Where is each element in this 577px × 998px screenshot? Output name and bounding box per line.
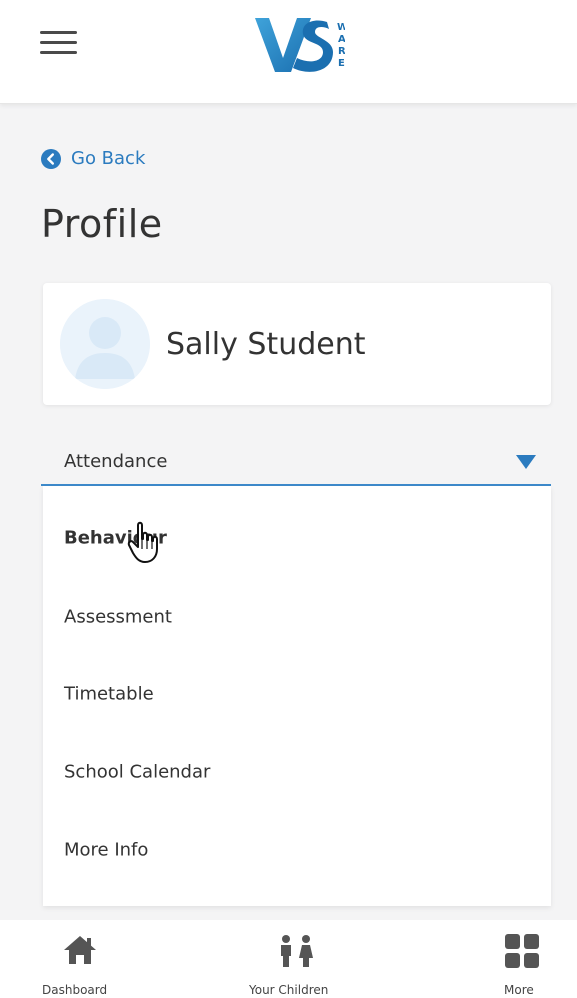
bottom-navigation: Dashboard Your Children More: [0, 920, 577, 998]
nav-label: Your Children: [249, 983, 329, 997]
home-icon: [64, 936, 96, 964]
logo-letter: W: [337, 22, 345, 33]
dropdown-item-behaviour[interactable]: Behaviour: [43, 508, 551, 568]
dropdown-item-more-info[interactable]: More Info: [43, 820, 551, 880]
logo-letter: A: [338, 34, 345, 45]
vsware-logo: W A R E: [255, 18, 345, 72]
section-select[interactable]: Attendance: [41, 444, 551, 486]
logo-letter: E: [338, 58, 345, 69]
go-back-label: Go Back: [71, 148, 146, 169]
hamburger-menu-icon[interactable]: [40, 27, 77, 59]
nav-dashboard[interactable]: Dashboard: [30, 920, 130, 998]
profile-card: Sally Student: [43, 283, 551, 405]
user-avatar-icon: [60, 299, 150, 389]
dropdown-item-timetable[interactable]: Timetable: [43, 664, 551, 724]
chevron-left-circle-icon: [41, 148, 61, 169]
triangle-down-icon: [516, 455, 536, 469]
section-dropdown-list: Behaviour Assessment Timetable School Ca…: [43, 486, 551, 906]
student-name: Sally Student: [166, 327, 366, 362]
nav-your-children[interactable]: Your Children: [240, 920, 350, 998]
nav-label: Dashboard: [42, 983, 108, 997]
dropdown-item-school-calendar[interactable]: School Calendar: [43, 742, 551, 802]
nav-label: More: [504, 983, 534, 997]
dropdown-item-label: Assessment: [64, 606, 172, 628]
go-back-link[interactable]: Go Back: [41, 148, 145, 169]
children-icon: [281, 935, 313, 967]
nav-more[interactable]: More: [485, 920, 555, 998]
app-header: W A R E: [0, 0, 577, 104]
dropdown-item-label: School Calendar: [64, 761, 211, 783]
dropdown-item-label: More Info: [64, 839, 149, 861]
dropdown-item-label: Timetable: [64, 683, 154, 705]
grid-icon: [505, 934, 539, 968]
dropdown-item-assessment[interactable]: Assessment: [43, 587, 551, 647]
page-title: Profile: [41, 202, 163, 246]
logo-letter: R: [338, 46, 345, 57]
dropdown-item-label: Behaviour: [64, 527, 167, 549]
section-select-value: Attendance: [64, 451, 168, 472]
